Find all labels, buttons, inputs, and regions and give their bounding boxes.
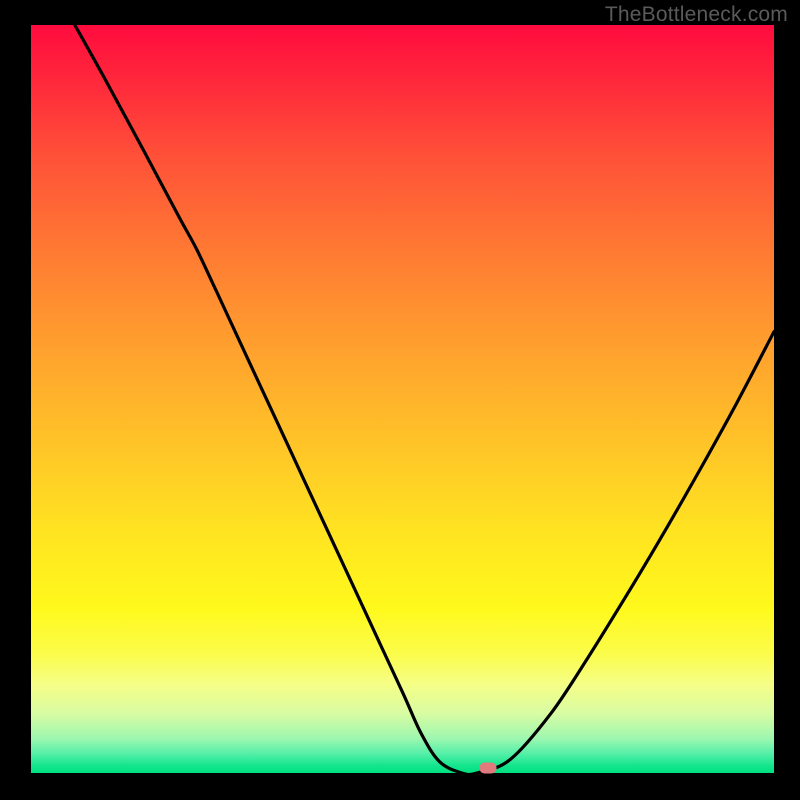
plot-area [31,25,774,773]
bottleneck-curve-path [75,25,774,773]
bottleneck-curve [31,25,774,773]
watermark-text: TheBottleneck.com [605,3,788,27]
chart-frame: TheBottleneck.com [0,0,800,800]
optimum-marker [479,762,496,773]
